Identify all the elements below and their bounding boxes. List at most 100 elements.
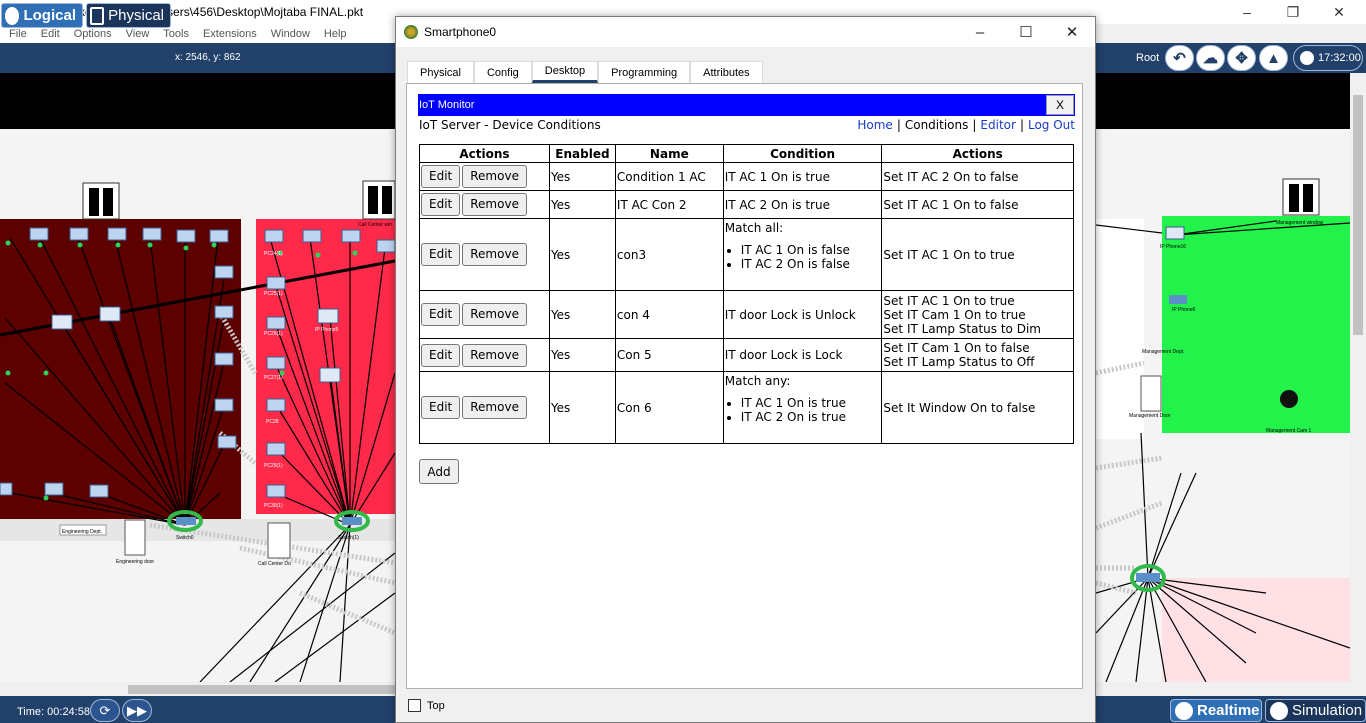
table-row: Edit Remove Yes con 4 IT door Lock is Unl…	[419, 290, 1074, 339]
iot-close-button[interactable]: X	[1046, 95, 1074, 115]
vertical-scroll-thumb[interactable]	[1353, 95, 1363, 335]
switch0-label: Switch0	[176, 535, 194, 541]
condition-cell: Match any: IT AC 1 On is true IT AC 2 On…	[722, 371, 883, 444]
name-cell: con 4	[614, 290, 724, 339]
remove-button[interactable]: Remove	[462, 343, 527, 367]
action-line: Set IT Cam 1 On to true	[883, 307, 1026, 322]
remove-button[interactable]: Remove	[462, 396, 527, 419]
vertical-scrollbar[interactable]	[1350, 73, 1366, 682]
fast-forward-icon[interactable]: ▶▶	[122, 699, 152, 722]
enabled-cell: Yes	[548, 290, 616, 339]
landscape-icon[interactable]: ▲	[1259, 45, 1288, 71]
cloud-icon[interactable]: ☁	[1196, 45, 1225, 71]
tab-attributes[interactable]: Attributes	[690, 61, 763, 83]
nav-conditions-link[interactable]: Conditions	[905, 118, 969, 132]
remove-button[interactable]: Remove	[462, 243, 527, 266]
smartphone-window: Smartphone0 – ☐ ✕ Physical Config Deskto…	[395, 16, 1096, 723]
col-header-enabled: Enabled	[548, 144, 616, 163]
nav-separator: |	[1019, 118, 1024, 132]
edit-button[interactable]: Edit	[421, 303, 461, 326]
management-cam-device	[1280, 390, 1298, 408]
switch1-device	[342, 517, 362, 525]
menu-view[interactable]: View	[119, 28, 157, 40]
always-on-top-checkbox[interactable]: Top	[408, 699, 445, 712]
restore-icon[interactable]: ❐	[1270, 0, 1316, 24]
actions-cell: Set IT Cam 1 On to false Set IT Lamp Sta…	[881, 338, 1074, 372]
horizontal-scroll-thumb[interactable]	[128, 685, 395, 694]
edit-button[interactable]: Edit	[421, 193, 461, 216]
tab-physical[interactable]: Physical	[407, 61, 474, 83]
edit-button[interactable]: Edit	[421, 165, 461, 188]
action-line: Set IT AC 2 On to false	[883, 169, 1019, 184]
cursor-coordinates: x: 2546, y: 862	[175, 52, 241, 63]
move-icon[interactable]: ✥	[1227, 45, 1256, 71]
menu-tools[interactable]: Tools	[156, 28, 196, 40]
device-icon	[404, 25, 418, 39]
reset-time-icon[interactable]: ⟳	[90, 699, 120, 722]
actions-cell: Set IT AC 1 On to true	[881, 218, 1074, 291]
mgmt-dept-label: Management Dept.	[1142, 349, 1185, 355]
simulation-button[interactable]: Simulation	[1265, 699, 1366, 722]
tab-programming[interactable]: Programming	[598, 61, 691, 83]
ip-phone6-label: IP Phone6	[1172, 307, 1195, 313]
ip-phone6-device	[1169, 295, 1187, 304]
remove-button[interactable]: Remove	[462, 193, 527, 216]
simulation-time: Time: 00:24:58	[17, 706, 90, 718]
nav-editor-link[interactable]: Editor	[980, 118, 1016, 132]
physical-view-button[interactable]: Physical	[86, 3, 171, 28]
pc28-label: PC28	[266, 419, 279, 425]
edit-button[interactable]: Edit	[421, 343, 461, 367]
table-row: EditRemove Yes Con 6 Match any: IT AC 1 …	[419, 371, 1074, 444]
minimize-icon[interactable]: –	[957, 17, 1003, 47]
nav-home-link[interactable]: Home	[857, 118, 892, 132]
network-icon	[5, 6, 20, 25]
rack-icon	[90, 6, 105, 25]
remove-button[interactable]: Remove	[462, 303, 527, 326]
add-condition-button[interactable]: Add	[419, 459, 459, 484]
remove-button[interactable]: Remove	[462, 165, 527, 188]
menu-options[interactable]: Options	[67, 28, 119, 40]
row-actions-cell: Edit Remove	[419, 218, 550, 291]
close-icon[interactable]: ✕	[1316, 0, 1362, 24]
horizontal-scrollbar[interactable]	[0, 682, 395, 696]
menu-extensions[interactable]: Extensions	[196, 28, 264, 40]
checkbox-box[interactable]	[408, 699, 421, 712]
switch0-device	[176, 517, 196, 525]
close-icon[interactable]: ✕	[1049, 17, 1095, 47]
pc24-label: PC24(1)	[264, 251, 283, 257]
menu-file[interactable]: File	[2, 28, 34, 40]
pc29-label: PC29(1)	[264, 463, 283, 469]
mgmt-door-label: Management Door	[1129, 413, 1171, 419]
clock-time: 17:32:00	[1318, 52, 1361, 64]
table-row: Edit Remove Yes Con 5 IT door Lock is Loc…	[419, 338, 1074, 372]
workspace-left[interactable]: Engineering Dept. Engineering door Switc…	[0, 73, 395, 682]
minimize-icon[interactable]: –	[1224, 0, 1270, 24]
realtime-button[interactable]: Realtime	[1170, 699, 1262, 722]
menu-window[interactable]: Window	[264, 28, 317, 40]
condition-item: IT AC 1 On is true	[741, 396, 881, 410]
menu-edit[interactable]: Edit	[34, 28, 67, 40]
condition-item: IT AC 2 On is true	[741, 410, 881, 424]
menu-help[interactable]: Help	[317, 28, 354, 40]
pc27-label: PC27(1)	[264, 375, 283, 381]
edit-button[interactable]: Edit	[421, 396, 461, 419]
clock-display[interactable]: 17:32:00	[1293, 45, 1363, 71]
engineering-door-device	[124, 519, 146, 556]
conditions-table: Actions Enabled Name Condition Actions E…	[419, 144, 1074, 444]
back-icon[interactable]: ↶	[1165, 45, 1194, 71]
simulation-label: Simulation	[1292, 702, 1363, 719]
call-center-door-label: Call Center Do	[258, 561, 291, 567]
edit-button[interactable]: Edit	[421, 243, 461, 266]
action-line: Set IT AC 1 On to true	[883, 247, 1015, 262]
nav-logout-link[interactable]: Log Out	[1028, 118, 1075, 132]
management-window-device	[1282, 178, 1320, 216]
pink-room-area	[1162, 578, 1350, 682]
maximize-icon[interactable]: ☐	[1003, 17, 1049, 47]
row-actions-cell: Edit Remove	[419, 338, 550, 372]
workspace-right[interactable]: Management window IP Phone16 IP Phone6 M…	[1096, 73, 1350, 682]
enabled-cell: Yes	[548, 371, 616, 444]
tab-desktop[interactable]: Desktop	[531, 61, 599, 83]
tab-config[interactable]: Config	[473, 61, 532, 83]
eng-dept-label: Engineering Dept.	[62, 529, 102, 535]
logical-view-button[interactable]: Logical	[1, 3, 83, 28]
